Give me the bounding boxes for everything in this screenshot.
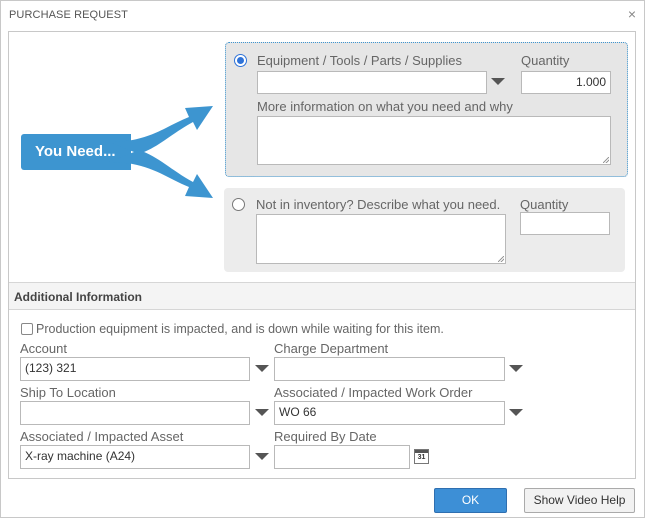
title-bar: PURCHASE REQUEST × xyxy=(1,1,644,31)
quantity-input[interactable]: 1.000 xyxy=(521,71,611,94)
non-inventory-panel: Not in inventory? Describe what you need… xyxy=(224,188,625,272)
close-icon[interactable]: × xyxy=(628,6,636,22)
work-order-label: Associated / Impacted Work Order xyxy=(274,385,473,400)
additional-info-header: Additional Information xyxy=(9,282,635,310)
quantity-label: Quantity xyxy=(521,53,570,68)
ship-to-select[interactable] xyxy=(20,401,250,425)
ship-to-label: Ship To Location xyxy=(20,385,116,400)
calendar-icon[interactable]: 31 xyxy=(414,449,429,464)
ok-button[interactable]: OK xyxy=(434,488,507,513)
charge-department-dropdown-icon[interactable] xyxy=(509,365,523,372)
purchase-request-dialog: PURCHASE REQUEST × You Need... Equipment… xyxy=(0,0,645,518)
more-info-textarea[interactable] xyxy=(257,116,611,165)
non-inventory-radio[interactable] xyxy=(232,198,245,211)
inventory-item-select[interactable] xyxy=(257,71,487,94)
inventory-item-label: Equipment / Tools / Parts / Supplies xyxy=(257,53,462,68)
additional-info-title: Additional Information xyxy=(14,290,142,304)
dialog-title: PURCHASE REQUEST xyxy=(9,9,128,21)
work-order-select[interactable]: WO 66 xyxy=(274,401,505,425)
work-order-dropdown-icon[interactable] xyxy=(509,409,523,416)
account-select[interactable]: (123) 321 xyxy=(20,357,250,381)
dialog-content: You Need... Equipment / Tools / Parts / … xyxy=(8,31,636,479)
asset-select[interactable]: X-ray machine (A24) xyxy=(20,445,250,469)
account-label: Account xyxy=(20,341,67,356)
production-impacted-checkbox[interactable] xyxy=(21,323,33,335)
split-arrow-icon xyxy=(109,106,213,198)
production-impacted-label: Production equipment is impacted, and is… xyxy=(36,322,444,336)
non-inventory-description-textarea[interactable] xyxy=(256,214,506,264)
non-inventory-quantity-input[interactable] xyxy=(520,212,610,235)
inventory-item-panel: Equipment / Tools / Parts / Supplies Qua… xyxy=(225,42,628,177)
ship-to-dropdown-icon[interactable] xyxy=(255,409,269,416)
required-date-label: Required By Date xyxy=(274,429,377,444)
account-dropdown-icon[interactable] xyxy=(255,365,269,372)
inventory-item-radio[interactable] xyxy=(234,54,247,67)
non-inventory-label: Not in inventory? Describe what you need… xyxy=(256,197,501,212)
asset-dropdown-icon[interactable] xyxy=(255,453,269,460)
inventory-item-dropdown-icon[interactable] xyxy=(491,78,505,85)
required-date-input[interactable] xyxy=(274,445,410,469)
more-info-label: More information on what you need and wh… xyxy=(257,99,513,114)
charge-department-label: Charge Department xyxy=(274,341,389,356)
asset-label: Associated / Impacted Asset xyxy=(20,429,184,444)
charge-department-select[interactable] xyxy=(274,357,505,381)
non-inventory-quantity-label: Quantity xyxy=(520,197,569,212)
show-video-help-button[interactable]: Show Video Help xyxy=(524,488,635,513)
